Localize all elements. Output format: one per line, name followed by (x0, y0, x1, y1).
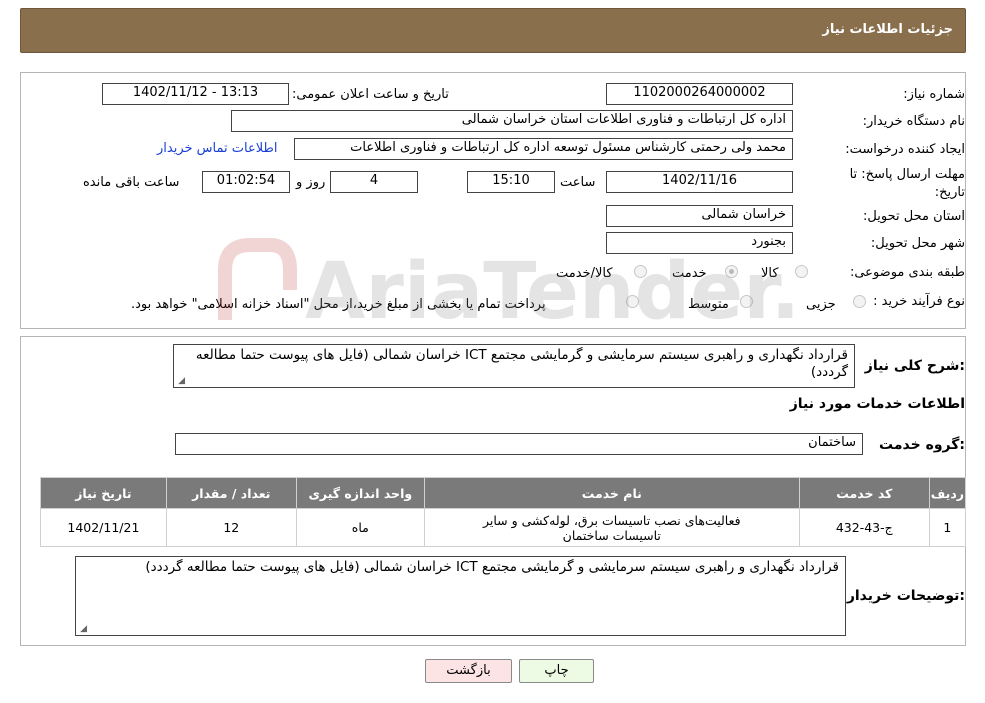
cell-row-number: 1 (928, 508, 967, 547)
col-unit: واحد اندازه گیری (295, 477, 425, 509)
province-field: خراسان شمالی (606, 205, 793, 227)
deadline-date-field: 1402/11/16 (606, 171, 793, 193)
city-label: شهر محل تحویل: (870, 236, 965, 251)
buyer-notes-textarea[interactable]: قرارداد نگهداری و راهبری سیستم سرمایشی و… (75, 556, 846, 636)
services-table: ردیف کد خدمت نام خدمت واحد اندازه گیری ت… (40, 477, 967, 547)
summary-textarea[interactable]: قرارداد نگهداری و راهبری سیستم سرمایشی و… (173, 344, 855, 388)
category-label-goods-service: کالا/خدمت (556, 266, 613, 281)
category-radio-goods-service[interactable] (634, 265, 647, 278)
deadline-label-line1: مهلت ارسال پاسخ: تا (849, 167, 965, 182)
deadline-time-label: ساعت (560, 175, 596, 190)
category-label-goods: کالا (761, 266, 779, 281)
creator-field: محمد ولی رحمتی کارشناس مسئول توسعه اداره… (294, 138, 793, 160)
page-header: جزئیات اطلاعات نیاز (20, 8, 966, 53)
page-title: جزئیات اطلاعات نیاز (822, 22, 953, 37)
cell-service-code: ج-43-432 (798, 508, 930, 547)
cell-unit: ماه (295, 508, 425, 547)
city-field: بجنورد (606, 232, 793, 254)
service-group-label: گروه خدمت: (879, 437, 965, 453)
col-service-code: کد خدمت (798, 477, 930, 509)
buyer-notes-label: توضیحات خریدار: (846, 588, 965, 604)
province-label: استان محل تحویل: (863, 209, 965, 224)
deadline-label-line2: تاریخ: (934, 185, 965, 200)
buyer-notes-text: قرارداد نگهداری و راهبری سیستم سرمایشی و… (145, 559, 839, 575)
resize-handle-icon[interactable]: ◢ (176, 377, 185, 386)
col-need-date: تاریخ نیاز (40, 477, 167, 509)
remaining-time-field: 01:02:54 (202, 171, 290, 193)
process-label-treasury: پرداخت تمام یا بخشی از مبلغ خرید،از محل … (131, 297, 546, 312)
process-radio-minor[interactable] (853, 295, 866, 308)
buyer-org-label: نام دستگاه خریدار: (862, 114, 965, 129)
category-label-service: خدمت (672, 266, 707, 281)
cell-need-date: 1402/11/21 (40, 508, 167, 547)
days-remaining-field: 4 (330, 171, 418, 193)
announce-datetime-label: تاریخ و ساعت اعلان عمومی: (292, 87, 449, 102)
announce-datetime-value: 1402/11/12 - 13:13 (132, 85, 259, 100)
process-radio-medium[interactable] (740, 295, 753, 308)
creator-label: ایجاد کننده درخواست: (845, 142, 965, 157)
need-number-label: شماره نیاز: (903, 87, 965, 102)
process-label: نوع فرآیند خرید : (873, 294, 965, 309)
cell-quantity: 12 (165, 508, 297, 547)
buyer-contact-link[interactable]: اطلاعات تماس خریدار (157, 141, 277, 156)
category-radio-service[interactable] (725, 265, 738, 278)
services-heading: اطلاعات خدمات مورد نیاز (789, 396, 965, 412)
category-label: طبقه بندی موضوعی: (849, 265, 965, 280)
process-label-minor: جزیی (806, 297, 836, 312)
resize-handle-icon[interactable]: ◢ (78, 625, 87, 634)
category-radio-goods[interactable] (795, 265, 808, 278)
table-row: 1 ج-43-432 فعالیت‌های نصب تاسیسات برق، ل… (40, 508, 967, 547)
back-button[interactable]: بازگشت (425, 659, 512, 683)
service-group-field: ساختمان (175, 433, 863, 455)
process-label-medium: متوسط (688, 297, 729, 312)
deadline-time-field: 15:10 (467, 171, 555, 193)
need-number-field: 1102000264000002 (606, 83, 793, 105)
remaining-time-label: ساعت باقی مانده (83, 175, 180, 190)
summary-text: قرارداد نگهداری و راهبری سیستم سرمایشی و… (195, 347, 848, 380)
buyer-org-field: اداره کل ارتباطات و فناوری اطلاعات استان… (231, 110, 793, 132)
services-table-header: ردیف کد خدمت نام خدمت واحد اندازه گیری ت… (40, 477, 967, 509)
summary-label: شرح کلی نیاز: (864, 358, 965, 374)
col-quantity: تعداد / مقدار (165, 477, 297, 509)
print-button[interactable]: چاپ (519, 659, 594, 683)
col-row-number: ردیف (928, 477, 967, 509)
days-label: روز و (296, 175, 326, 190)
cell-service-name: فعالیت‌های نصب تاسیسات برق، لوله‌کشی و س… (423, 508, 800, 547)
process-radio-treasury[interactable] (626, 295, 639, 308)
announce-datetime-field: 1402/11/12 - 13:13 (102, 83, 289, 105)
col-service-name: نام خدمت (423, 477, 800, 509)
